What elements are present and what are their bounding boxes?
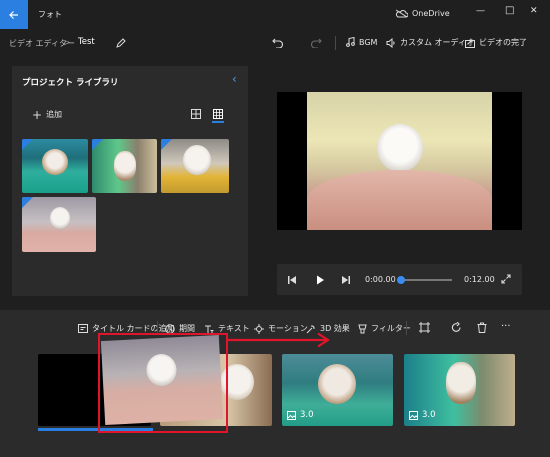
- annotation-highlight-box: [98, 333, 228, 433]
- clip-duration-badge: 3.0: [409, 410, 436, 420]
- undo-icon[interactable]: [272, 37, 284, 48]
- hand-image: [307, 170, 492, 230]
- audio-icon: [386, 37, 395, 48]
- hamster-image: [42, 149, 68, 175]
- storyboard-clip-4[interactable]: 3.0: [404, 354, 515, 426]
- filters-button[interactable]: フィルター: [358, 323, 411, 334]
- selected-view-underline: [212, 121, 224, 123]
- rotate-icon[interactable]: [451, 322, 462, 333]
- selection-corner-mark: [92, 139, 103, 150]
- custom-audio-label: カスタム オーディオ: [400, 38, 474, 47]
- clip-duration-badge: 3.0: [287, 410, 314, 420]
- plus-icon: +: [32, 107, 43, 122]
- preview-frame-image: [307, 92, 492, 230]
- current-time: 0:00.00: [365, 275, 396, 284]
- custom-audio-button[interactable]: カスタム オーディオ: [386, 37, 474, 48]
- storyboard-clip-3[interactable]: 3.0: [282, 354, 393, 426]
- total-time: 0:12.00: [464, 275, 495, 284]
- clip-duration-label: 3.0: [422, 410, 436, 420]
- image-icon: [409, 410, 418, 420]
- seek-bar[interactable]: [400, 279, 452, 281]
- large-grid-view-icon[interactable]: [191, 109, 201, 119]
- annotation-right-arrow: [228, 332, 331, 348]
- export-icon: [465, 39, 475, 48]
- project-name: Test: [78, 37, 95, 47]
- close-button[interactable]: ✕: [530, 6, 538, 16]
- project-library-panel: プロジェクト ライブラリ ‹ + 追加: [12, 66, 248, 296]
- small-grid-view-button[interactable]: [210, 106, 226, 123]
- finish-video-button[interactable]: ビデオの完了: [465, 37, 527, 48]
- library-thumbnail-1[interactable]: [22, 139, 88, 193]
- editor-header: ビデオ エディター > Test BGM カスタム オーディオ ビデオの完了: [0, 29, 550, 57]
- selection-corner-mark: [22, 197, 33, 208]
- filters-label: フィルター: [371, 324, 411, 333]
- app-title: フォト: [38, 10, 62, 19]
- onedrive-status[interactable]: OneDrive: [395, 9, 450, 18]
- seek-thumb[interactable]: [397, 276, 405, 284]
- text-icon: [205, 325, 214, 333]
- hamster-image: [377, 124, 423, 172]
- more-options-icon[interactable]: ···: [501, 321, 511, 332]
- playback-controls: 0:00.00 0:12.00: [277, 264, 522, 295]
- music-note-icon: [346, 37, 355, 47]
- filter-icon: [358, 324, 367, 333]
- clip-duration-label: 3.0: [300, 410, 314, 420]
- video-preview[interactable]: [277, 92, 522, 230]
- tool-separator: [406, 321, 407, 335]
- step-forward-icon[interactable]: [341, 275, 351, 285]
- collapse-library-chevron-icon[interactable]: ‹: [232, 72, 237, 86]
- title-bar: フォト OneDrive — □ ✕: [0, 0, 550, 29]
- hamster-image: [114, 151, 136, 181]
- hamster-image: [318, 364, 356, 404]
- hamster-image: [183, 145, 211, 175]
- delete-trash-icon[interactable]: [477, 322, 487, 333]
- resize-crop-icon[interactable]: [419, 322, 430, 333]
- step-back-icon[interactable]: [287, 275, 297, 285]
- finish-video-label: ビデオの完了: [479, 38, 527, 47]
- library-thumbnail-2[interactable]: [92, 139, 157, 193]
- image-icon: [287, 410, 296, 420]
- maximize-button[interactable]: □: [505, 5, 514, 16]
- library-thumbnail-3[interactable]: [161, 139, 229, 193]
- hamster-image: [446, 362, 476, 404]
- library-title: プロジェクト ライブラリ: [22, 78, 119, 88]
- storyboard-panel: タイトル カードの追加 期間 テキスト モーション 3D 効果 フィルター ··…: [0, 310, 550, 457]
- small-grid-view-icon: [213, 109, 223, 119]
- minimize-button[interactable]: —: [476, 6, 485, 16]
- title-card-icon: [78, 324, 88, 333]
- rename-pencil-icon[interactable]: [116, 38, 126, 48]
- selection-corner-mark: [161, 139, 172, 150]
- hamster-image: [50, 207, 70, 229]
- onedrive-cloud-icon: [395, 9, 408, 18]
- add-media-button[interactable]: + 追加: [32, 107, 63, 122]
- toolbar-separator: [335, 36, 336, 50]
- library-thumbnail-4[interactable]: [22, 197, 96, 252]
- back-arrow-icon: [9, 10, 18, 19]
- play-icon[interactable]: [315, 275, 325, 285]
- selection-corner-mark: [22, 139, 33, 150]
- bgm-button[interactable]: BGM: [346, 37, 377, 47]
- breadcrumb-separator: >: [64, 38, 71, 47]
- redo-icon[interactable]: [310, 37, 322, 48]
- add-media-label: 追加: [46, 110, 63, 119]
- back-button[interactable]: [0, 0, 28, 29]
- onedrive-label: OneDrive: [412, 9, 450, 18]
- clock-icon: [165, 323, 175, 334]
- bgm-label: BGM: [359, 37, 378, 47]
- fullscreen-icon[interactable]: [501, 274, 511, 284]
